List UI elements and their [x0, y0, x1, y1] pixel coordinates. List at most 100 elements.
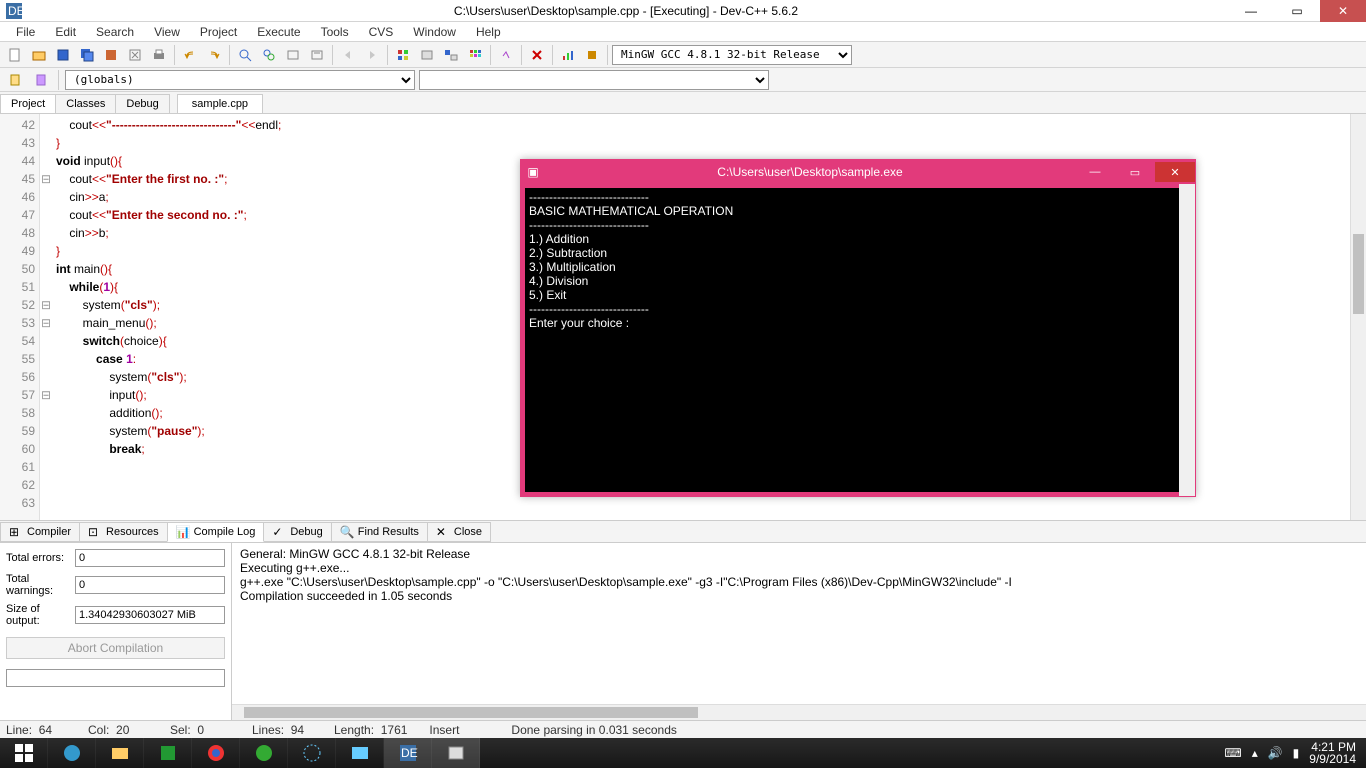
- taskbar-ie-icon[interactable]: [48, 738, 96, 768]
- taskbar-chrome-icon[interactable]: [192, 738, 240, 768]
- console-app-icon: ▣: [521, 165, 545, 179]
- console-close-button[interactable]: ✕: [1155, 162, 1195, 182]
- network-icon[interactable]: ▮: [1293, 746, 1300, 760]
- compile-stats-pane: Total errors: Total warnings: Size of ou…: [0, 543, 232, 720]
- menu-window[interactable]: Window: [403, 23, 466, 41]
- forward-icon[interactable]: [361, 44, 383, 66]
- bookmark-icon[interactable]: [30, 69, 52, 91]
- editor-vertical-scrollbar[interactable]: [1350, 114, 1366, 520]
- save-as-icon[interactable]: [100, 44, 122, 66]
- start-button[interactable]: [0, 738, 48, 768]
- save-all-icon[interactable]: [76, 44, 98, 66]
- console-maximize-button[interactable]: ▭: [1115, 162, 1155, 182]
- compile-run-icon[interactable]: [440, 44, 462, 66]
- progress-field: [6, 669, 225, 687]
- console-minimize-button[interactable]: —: [1075, 162, 1115, 182]
- total-warnings-label: Total warnings:: [6, 573, 69, 597]
- console-body[interactable]: ------------------------------ BASIC MAT…: [525, 188, 1191, 492]
- run-icon[interactable]: [416, 44, 438, 66]
- taskbar-app-icon[interactable]: [288, 738, 336, 768]
- size-field: [75, 606, 225, 624]
- find-icon[interactable]: [234, 44, 256, 66]
- keyboard-icon[interactable]: ⌨: [1224, 746, 1241, 760]
- volume-icon[interactable]: 🔊: [1268, 746, 1283, 760]
- console-window[interactable]: ▣ C:\Users\user\Desktop\sample.exe — ▭ ✕…: [520, 159, 1196, 497]
- svg-text:DEV: DEV: [8, 4, 22, 18]
- menu-cvs[interactable]: CVS: [359, 23, 404, 41]
- bottom-tab-close[interactable]: ✕Close: [427, 522, 491, 542]
- tray-chevron-icon[interactable]: ▴: [1252, 746, 1258, 760]
- menu-project[interactable]: Project: [190, 23, 247, 41]
- menu-execute[interactable]: Execute: [247, 23, 310, 41]
- close-button[interactable]: ✕: [1320, 0, 1366, 22]
- menubar: FileEditSearchViewProjectExecuteToolsCVS…: [0, 22, 1366, 42]
- compiler-select[interactable]: MinGW GCC 4.8.1 32-bit Release: [612, 45, 852, 65]
- member-select[interactable]: [419, 70, 769, 90]
- undo-icon[interactable]: [179, 44, 201, 66]
- taskbar: DEV ⌨ ▴ 🔊 ▮ 4:21 PM9/9/2014: [0, 738, 1366, 768]
- file-tab[interactable]: sample.cpp: [177, 94, 263, 113]
- compile-log-text[interactable]: General: MinGW GCC 4.8.1 32-bit Release …: [232, 543, 1366, 720]
- taskbar-devcpp-icon[interactable]: DEV: [384, 738, 432, 768]
- insert-snippet-icon[interactable]: [4, 69, 26, 91]
- taskbar-console-icon[interactable]: [432, 738, 480, 768]
- find-next-icon[interactable]: [282, 44, 304, 66]
- stop-icon[interactable]: [526, 44, 548, 66]
- fold-column[interactable]: ⊟ ⊟⊟ ⊟: [40, 114, 52, 520]
- svg-text:DEV: DEV: [401, 746, 418, 760]
- debug-icon[interactable]: [495, 44, 517, 66]
- app-icon: DEV: [4, 1, 24, 21]
- profile-icon[interactable]: [557, 44, 579, 66]
- close-file-icon[interactable]: [124, 44, 146, 66]
- editor-tab-row: ProjectClassesDebug sample.cpp: [0, 92, 1366, 114]
- bottom-tab-resources[interactable]: ⊡Resources: [79, 522, 168, 542]
- tray-clock[interactable]: 4:21 PM9/9/2014: [1309, 741, 1356, 765]
- scope-select[interactable]: (globals): [65, 70, 415, 90]
- console-scrollbar[interactable]: [1179, 184, 1195, 496]
- total-errors-field: [75, 549, 225, 567]
- size-label: Size of output:: [6, 603, 69, 627]
- taskbar-store-icon[interactable]: [144, 738, 192, 768]
- menu-edit[interactable]: Edit: [45, 23, 86, 41]
- menu-tools[interactable]: Tools: [311, 23, 359, 41]
- compile-icon[interactable]: [392, 44, 414, 66]
- toolbar-scope: (globals): [0, 68, 1366, 92]
- open-file-icon[interactable]: [28, 44, 50, 66]
- bottom-panel: ⊞Compiler⊡Resources📊Compile Log✓Debug🔍Fi…: [0, 520, 1366, 720]
- menu-help[interactable]: Help: [466, 23, 511, 41]
- maximize-button[interactable]: ▭: [1274, 0, 1320, 22]
- back-icon[interactable]: [337, 44, 359, 66]
- left-tab-debug[interactable]: Debug: [115, 94, 169, 113]
- new-file-icon[interactable]: [4, 44, 26, 66]
- bottom-tab-debug[interactable]: ✓Debug: [263, 522, 331, 542]
- clean-icon[interactable]: [581, 44, 603, 66]
- log-horizontal-scrollbar[interactable]: [232, 704, 1366, 720]
- taskbar-utorrent-icon[interactable]: [240, 738, 288, 768]
- goto-icon[interactable]: [306, 44, 328, 66]
- save-icon[interactable]: [52, 44, 74, 66]
- total-errors-label: Total errors:: [6, 552, 69, 564]
- statusbar: Line: 64 Col: 20 Sel: 0 Lines: 94 Length…: [0, 720, 1366, 738]
- taskbar-explorer-icon[interactable]: [96, 738, 144, 768]
- menu-file[interactable]: File: [6, 23, 45, 41]
- minimize-button[interactable]: —: [1228, 0, 1274, 22]
- menu-search[interactable]: Search: [86, 23, 144, 41]
- left-tab-project[interactable]: Project: [0, 94, 56, 113]
- left-tab-classes[interactable]: Classes: [55, 94, 116, 113]
- menu-view[interactable]: View: [144, 23, 190, 41]
- console-title: C:\Users\user\Desktop\sample.exe: [545, 165, 1075, 179]
- replace-icon[interactable]: [258, 44, 280, 66]
- bottom-tab-find-results[interactable]: 🔍Find Results: [331, 522, 428, 542]
- bottom-tab-compiler[interactable]: ⊞Compiler: [0, 522, 80, 542]
- bottom-tab-compile-log[interactable]: 📊Compile Log: [167, 522, 265, 542]
- console-titlebar[interactable]: ▣ C:\Users\user\Desktop\sample.exe — ▭ ✕: [521, 160, 1195, 184]
- redo-icon[interactable]: [203, 44, 225, 66]
- rebuild-icon[interactable]: [464, 44, 486, 66]
- toolbar-main: MinGW GCC 4.8.1 32-bit Release: [0, 42, 1366, 68]
- print-icon[interactable]: [148, 44, 170, 66]
- system-tray[interactable]: ⌨ ▴ 🔊 ▮ 4:21 PM9/9/2014: [1214, 741, 1366, 765]
- window-title: C:\Users\user\Desktop\sample.cpp - [Exec…: [24, 4, 1228, 18]
- total-warnings-field: [75, 576, 225, 594]
- taskbar-photos-icon[interactable]: [336, 738, 384, 768]
- abort-compilation-button[interactable]: Abort Compilation: [6, 637, 225, 659]
